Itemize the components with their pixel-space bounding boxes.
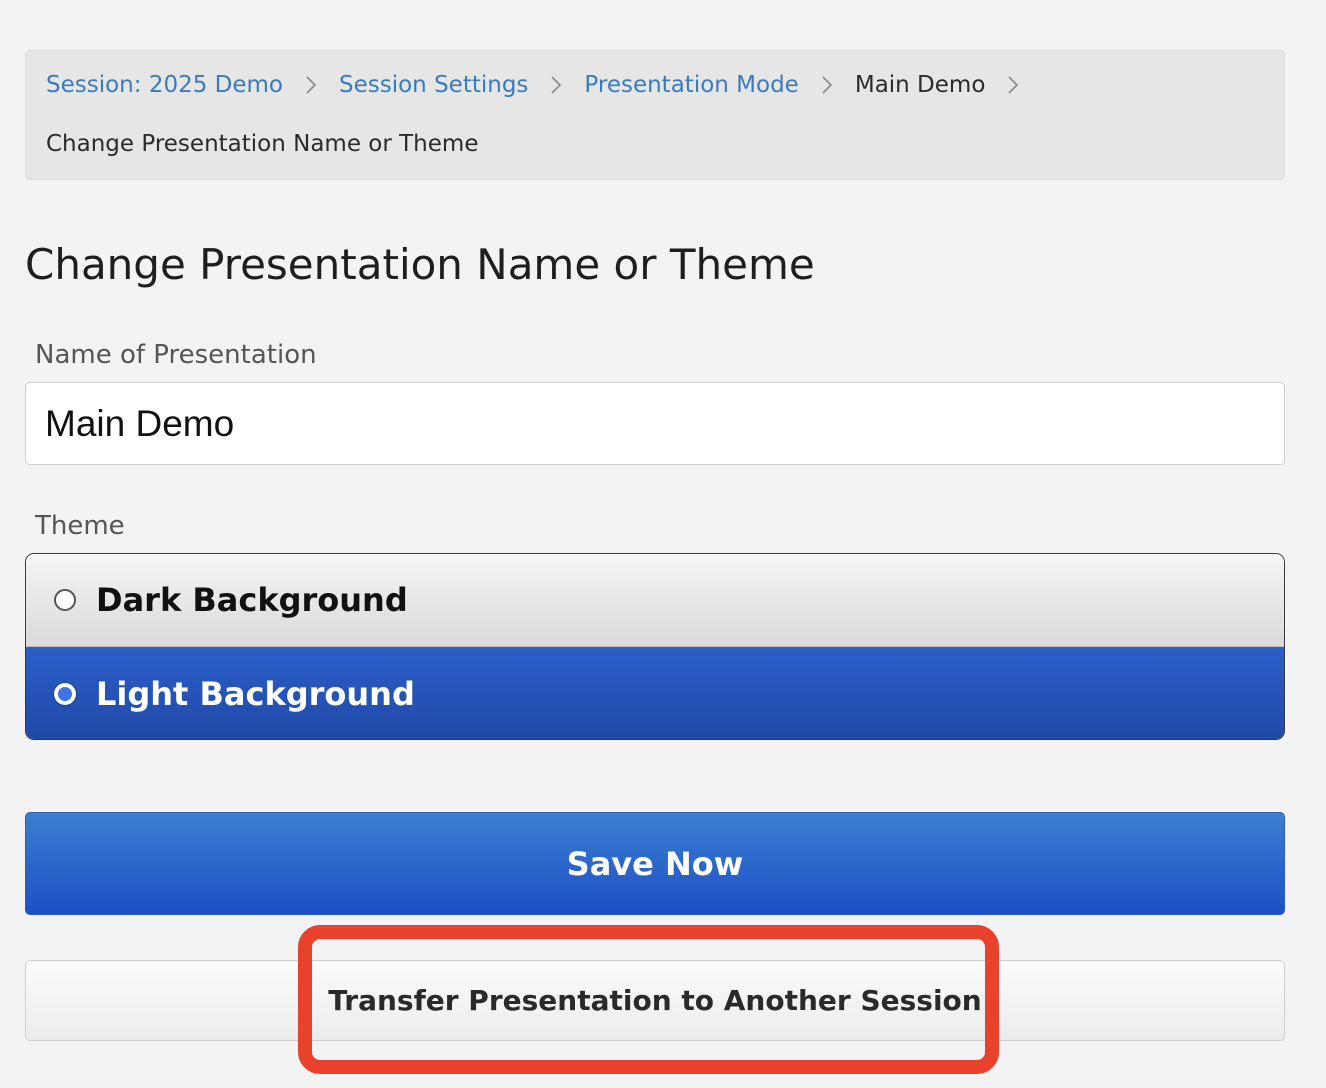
theme-option-label: Dark Background bbox=[96, 581, 408, 619]
name-field-label: Name of Presentation bbox=[35, 340, 317, 370]
radio-unchecked-icon[interactable] bbox=[54, 589, 76, 611]
breadcrumb: Session: 2025 Demo Session Settings Pres… bbox=[25, 50, 1285, 180]
chevron-right-icon bbox=[821, 75, 833, 95]
chevron-right-icon bbox=[305, 75, 317, 95]
theme-field-label: Theme bbox=[35, 511, 125, 541]
transfer-presentation-button[interactable]: Transfer Presentation to Another Session bbox=[25, 960, 1285, 1041]
theme-option-light-background[interactable]: Light Background bbox=[26, 647, 1284, 739]
chevron-right-icon bbox=[550, 75, 562, 95]
breadcrumb-item-main-demo: Main Demo bbox=[854, 72, 986, 98]
breadcrumb-current: Change Presentation Name or Theme bbox=[46, 131, 479, 157]
save-button[interactable]: Save Now bbox=[25, 812, 1285, 915]
breadcrumb-link-session-settings[interactable]: Session Settings bbox=[339, 72, 528, 98]
presentation-name-input[interactable] bbox=[25, 382, 1285, 465]
page: Session: 2025 Demo Session Settings Pres… bbox=[0, 0, 1326, 1088]
breadcrumb-link-session[interactable]: Session: 2025 Demo bbox=[46, 72, 283, 98]
radio-checked-icon[interactable] bbox=[54, 682, 76, 705]
theme-option-label: Light Background bbox=[96, 674, 415, 713]
breadcrumb-link-presentation-mode[interactable]: Presentation Mode bbox=[584, 72, 798, 98]
theme-radio-group: Dark Background Light Background bbox=[25, 553, 1285, 740]
chevron-right-icon bbox=[1007, 75, 1019, 95]
page-title: Change Presentation Name or Theme bbox=[25, 240, 815, 289]
breadcrumb-row: Session: 2025 Demo Session Settings Pres… bbox=[46, 68, 1041, 102]
theme-option-dark-background[interactable]: Dark Background bbox=[26, 554, 1284, 647]
